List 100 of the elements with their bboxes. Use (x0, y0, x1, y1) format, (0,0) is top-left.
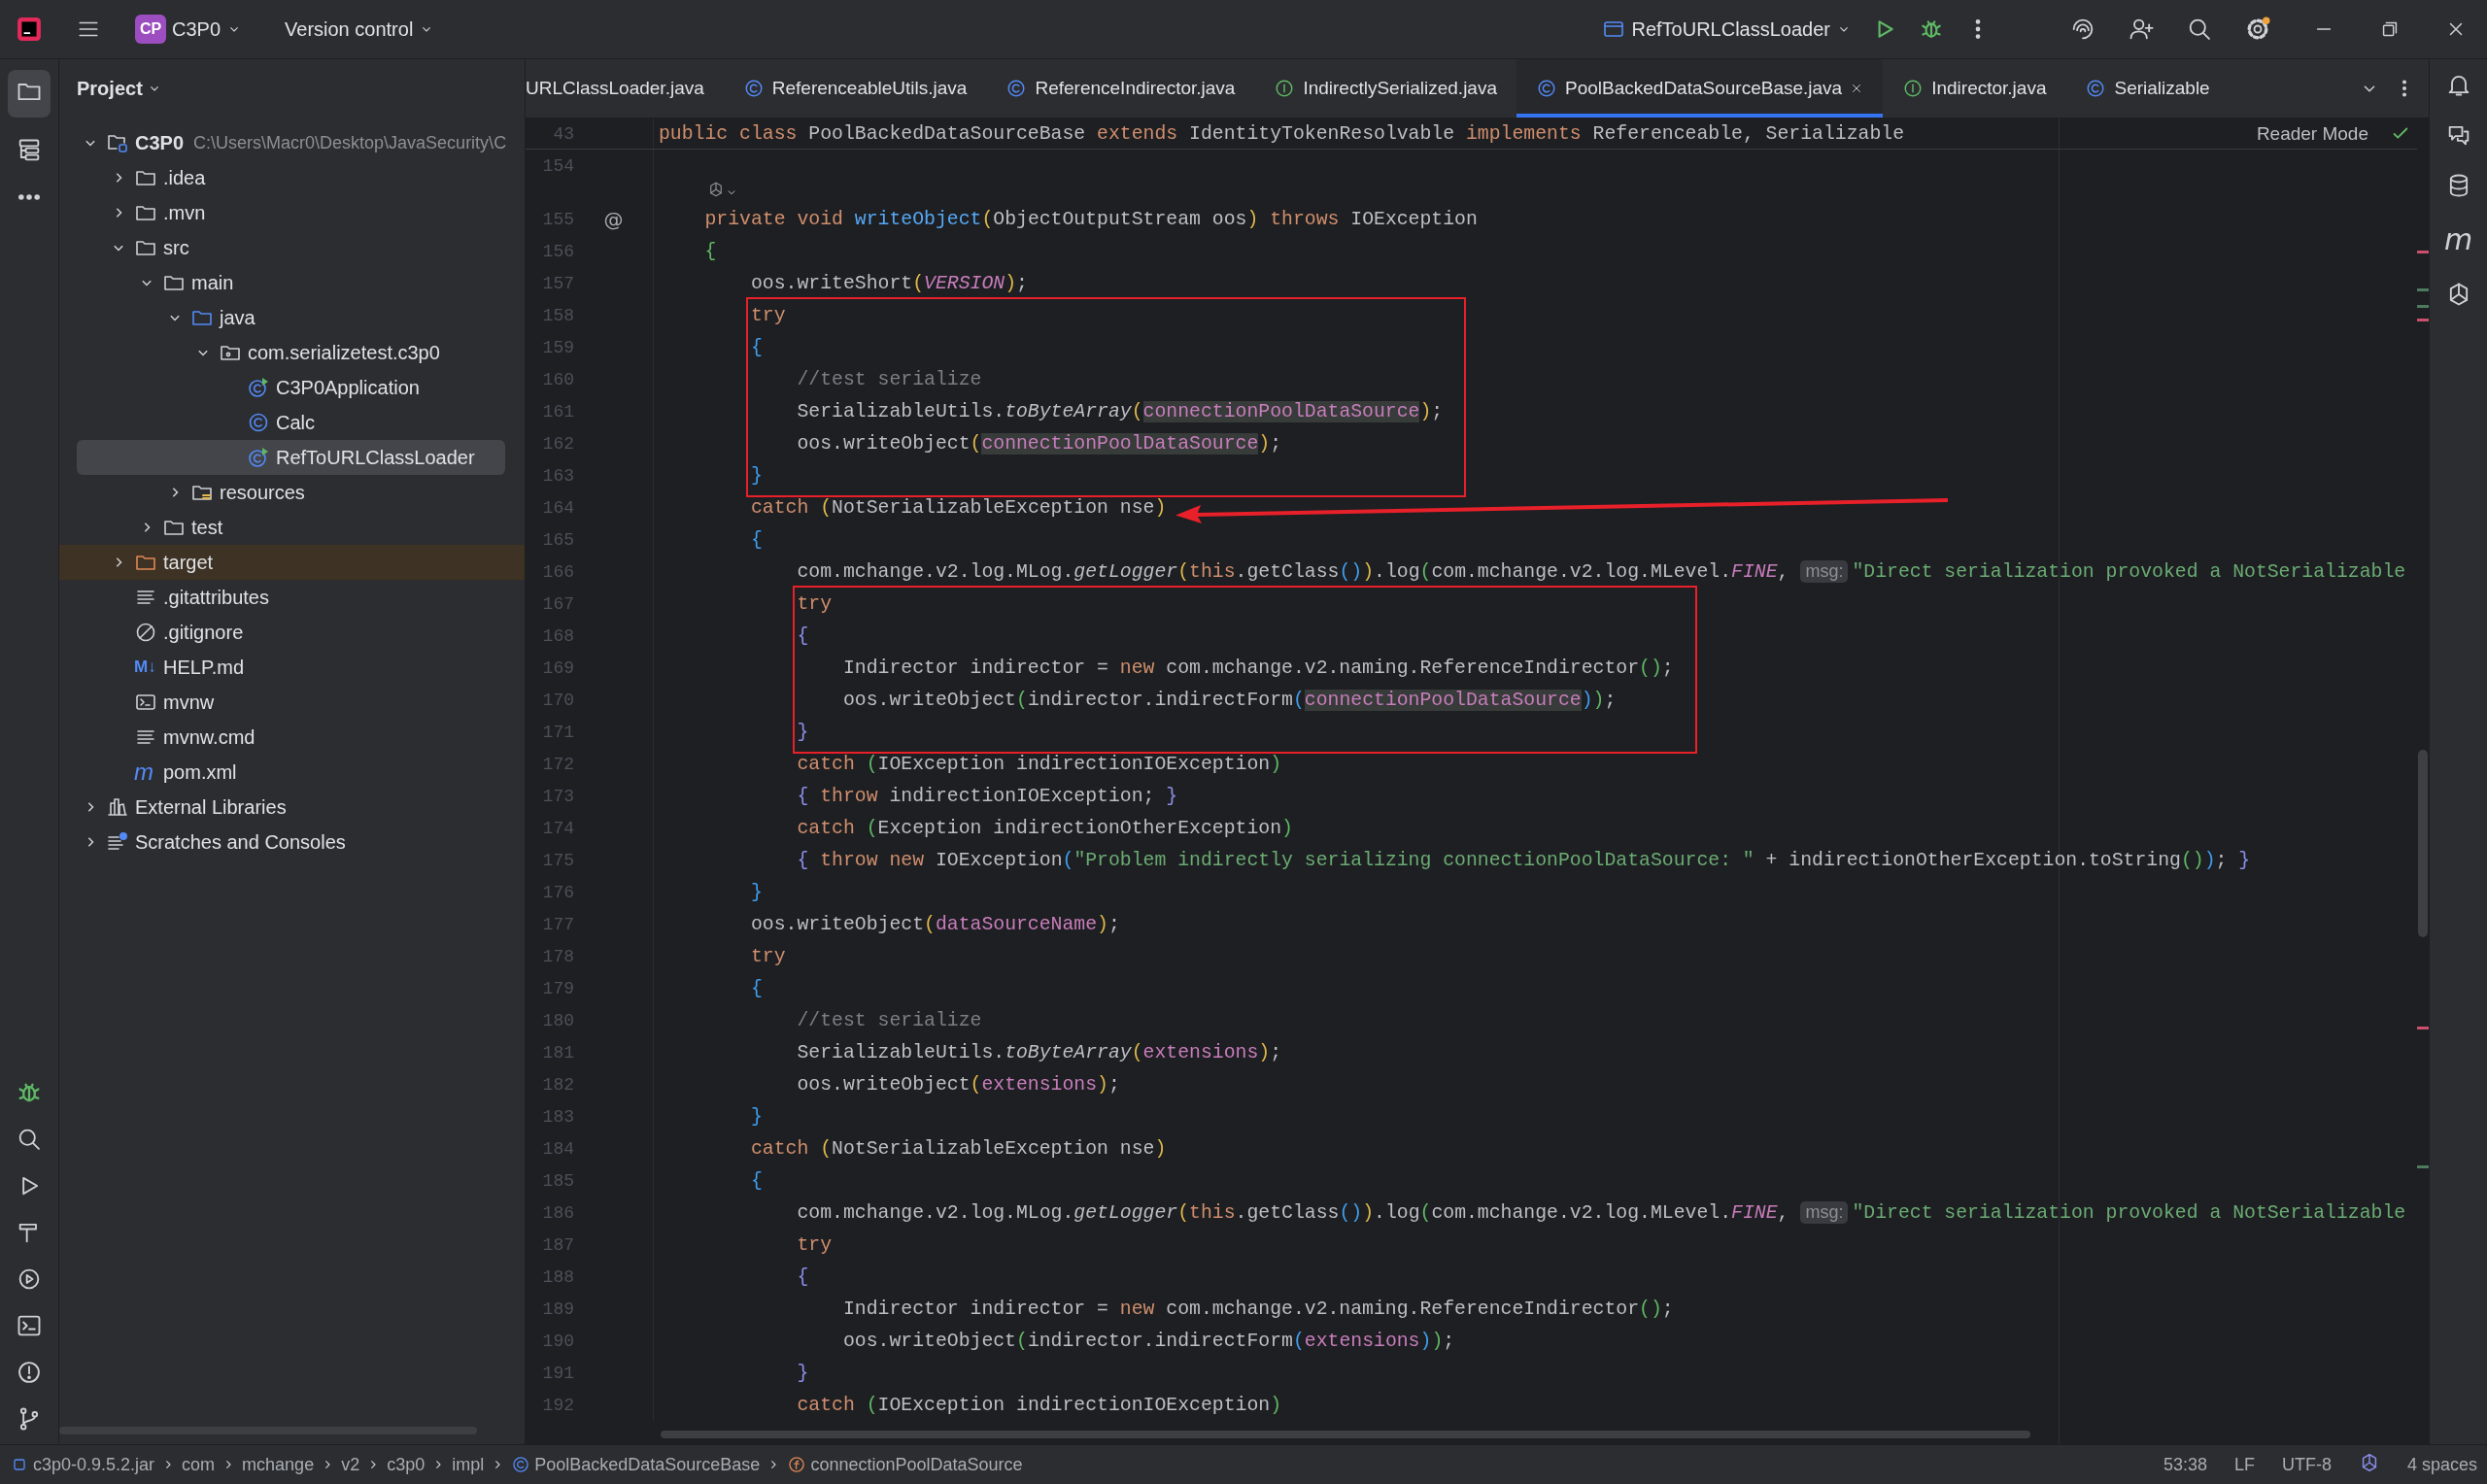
tree-item[interactable]: .gitignore (59, 615, 525, 650)
inlay-hint: msg: (1800, 1201, 1849, 1224)
ignore-file-icon (134, 621, 157, 644)
breadcrumb[interactable]: com (182, 1454, 216, 1475)
tree-item[interactable]: com.serializetest.c3p0 (59, 335, 525, 370)
code-text: { (749, 1169, 763, 1192)
editor-tab[interactable]: ReferenceIndirector.java (986, 59, 1255, 118)
code-text: { throw indirectionIOException; } (796, 785, 1178, 807)
breadcrumb[interactable]: c3p0-0.9.5.2.jar (10, 1454, 155, 1475)
file-encoding[interactable]: UTF-8 (2281, 1454, 2332, 1475)
code-text: oos.writeObject(dataSourceName); (749, 913, 1120, 935)
code-text: catch (IOException indirectionIOException) (796, 1394, 1282, 1416)
code-text: { (749, 528, 763, 551)
code-text: try (796, 592, 833, 615)
tree-item[interactable]: src (59, 230, 525, 265)
tree-item[interactable]: M↓ HELP.md (59, 650, 525, 685)
tree-item[interactable]: C3P0Application (59, 370, 525, 405)
code-text: com.mchange.v2.log.MLog.getLogger(this.getClass()).log(com.mchange.v2.log.MLevel.FINE, (796, 1201, 1789, 1224)
code-text: try (749, 945, 786, 967)
maven-tool[interactable]: m (2443, 222, 2473, 257)
code-text: { (796, 1265, 809, 1288)
breadcrumb[interactable]: impl (452, 1454, 485, 1475)
panel-title[interactable]: Project (77, 77, 143, 100)
runnable-class-icon (247, 376, 270, 399)
tree-item[interactable]: resources (59, 475, 525, 510)
tree-item[interactable]: External Libraries (59, 790, 525, 825)
tree-item[interactable]: mvnw (59, 685, 525, 720)
class-icon (1536, 78, 1557, 99)
code-text: Indirector indirector = new com.mchange.v2.naming.ReferenceIndirector(); (841, 657, 1674, 679)
tree-item[interactable]: Scratches and Consoles (59, 825, 525, 860)
breadcrumb[interactable]: c3p0 (387, 1454, 426, 1475)
indent-setting[interactable]: 4 spaces (2406, 1454, 2477, 1475)
editor-tab[interactable]: Serializable (2065, 59, 2230, 118)
horizontal-scrollbar[interactable] (661, 1431, 2030, 1438)
code-text: } (796, 1362, 809, 1384)
tree-item[interactable]: .idea (59, 160, 525, 195)
code-text: { (796, 624, 809, 647)
module-path: C:\Users\Macr0\Desktop\JavaSecurity\C (193, 132, 507, 153)
gutter-marker[interactable]: @ (603, 207, 624, 231)
code-text: } (749, 464, 763, 487)
code-text: } (796, 721, 809, 743)
scrollbar-thumb[interactable] (2418, 750, 2428, 937)
tree-item[interactable]: m pom.xml (59, 755, 525, 790)
breadcrumb[interactable]: connectionPoolDataSource (787, 1454, 1023, 1475)
tree-item[interactable]: mvnw.cmd (59, 720, 525, 755)
code-text: "Direct serialization provoked a NotSerializable (1852, 560, 2406, 583)
tree-item[interactable]: RefToURLClassLoader (77, 440, 505, 475)
field-icon (787, 1455, 807, 1474)
vcs-menu[interactable]: Version control (275, 12, 445, 47)
code-text: //test serialize (796, 1009, 982, 1031)
project-selector[interactable]: CP C3P0 (125, 9, 253, 50)
tree-item[interactable]: main (59, 265, 525, 300)
code-text: public class PoolBackedDataSourceBase extends IdentityTokenResolvable implements Referenceable, Serializable (658, 122, 1905, 145)
code-text: SerializableUtils.toByteArray(connectionPoolDataSource); (796, 400, 1444, 422)
code-text: "Direct serialization provoked a NotSerializable (1852, 1201, 2406, 1224)
editor-tab[interactable]: PoolBackedDataSourceBase.java (1516, 59, 1884, 118)
code-text: private void writeObject(ObjectOutputStream oos) throws IOException (703, 208, 1478, 230)
code-text: { (749, 336, 763, 358)
code-text: com.mchange.v2.log.MLog.getLogger(this.getClass()).log(com.mchange.v2.log.MLevel.FINE, (796, 560, 1789, 583)
code-text: } (749, 1105, 763, 1128)
code-text: } (749, 881, 763, 903)
breadcrumb[interactable]: mchange (242, 1454, 315, 1475)
tree-item[interactable]: .mvn (59, 195, 525, 230)
cursor-position[interactable]: 53:38 (2163, 1454, 2207, 1475)
file-type-icon: M↓ (134, 658, 157, 677)
horizontal-scrollbar[interactable] (59, 1427, 477, 1434)
code-text: catch (NotSerializableException nse) (749, 1137, 1167, 1160)
code-text: oos.writeShort(VERSION); (749, 272, 1028, 294)
tree-item[interactable]: test (59, 510, 525, 545)
code-text: try (749, 304, 786, 326)
code-text: { (703, 240, 717, 262)
code-text: { (749, 977, 763, 999)
problems-icon[interactable] (16, 1359, 43, 1386)
code-text: catch (IOException indirectionIOException) (796, 753, 1282, 775)
tree-item[interactable]: java (59, 300, 525, 335)
runnable-class-icon (247, 446, 270, 469)
reader-mode-toggle[interactable]: Reader Mode (2256, 122, 2368, 145)
class-icon (511, 1455, 531, 1474)
tree-item[interactable]: target (59, 545, 525, 580)
inlay-hint: msg: (1800, 560, 1849, 583)
code-text: try (796, 1233, 833, 1256)
editor-tab[interactable]: ReferenceableUtils.java (723, 59, 987, 118)
breadcrumb[interactable]: v2 (341, 1454, 360, 1475)
editor-tab[interactable]: IndirectlySerialized.java (1254, 59, 1516, 118)
tree-item[interactable]: C3P0 C:\Users\Macr0\Desktop\JavaSecurity\C (59, 125, 525, 160)
tree-item[interactable]: Calc (59, 405, 525, 440)
libraries-icon (106, 795, 129, 819)
editor-tab[interactable]: URLClassLoader.java (526, 59, 724, 118)
editor-tab[interactable]: Indirector.java (1883, 59, 2066, 118)
code-text: oos.writeObject(indirector.indirectForm(extensions)); (841, 1330, 1455, 1352)
run-configuration[interactable]: RefToURLClassLoader (1592, 12, 1861, 47)
project-badge: CP (135, 15, 166, 44)
breadcrumb[interactable]: PoolBackedDataSourceBase (511, 1454, 761, 1475)
code-text: catch (Exception indirectionOtherException) (796, 817, 1293, 839)
code-text: { throw new IOException("Problem indirectly serializing connectionPoolDataSource: " + indirectionOtherException.toString()); } (796, 849, 2251, 871)
code-text: SerializableUtils.toByteArray(extensions); (796, 1041, 1282, 1063)
code-text: catch (NotSerializableException nse) (749, 496, 1167, 519)
tree-item[interactable]: .gitattributes (59, 580, 525, 615)
code-text: Indirector indirector = new com.mchange.v2.naming.ReferenceIndirector(); (841, 1298, 1674, 1320)
line-separator[interactable]: LF (2233, 1454, 2255, 1475)
